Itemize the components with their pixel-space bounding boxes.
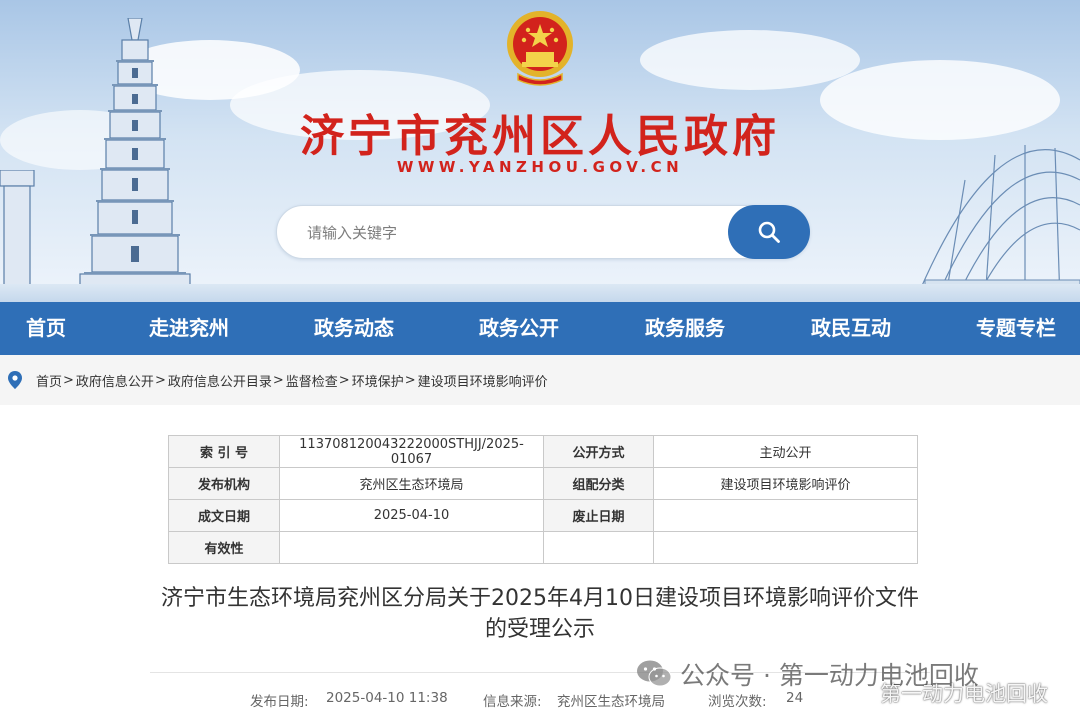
publish-date: 2025-04-10 11:38 bbox=[326, 690, 448, 706]
source-label: 信息来源: bbox=[483, 694, 542, 710]
disclosure-method-label: 公开方式 bbox=[543, 435, 654, 468]
nav-item-topics[interactable]: 专题专栏 bbox=[976, 302, 1056, 355]
location-pin-icon bbox=[8, 371, 22, 389]
breadcrumb-separator: > bbox=[63, 372, 74, 388]
expiry-date-value bbox=[653, 499, 918, 532]
publisher-value: 兖州区生态环境局 bbox=[279, 467, 544, 500]
search-icon bbox=[758, 221, 780, 243]
publish-date-label: 发布日期: bbox=[250, 694, 309, 710]
written-date-label: 成文日期 bbox=[168, 499, 280, 532]
empty-cell bbox=[653, 531, 918, 564]
validity-value bbox=[279, 531, 544, 564]
nav-item-news[interactable]: 政务动态 bbox=[314, 302, 394, 355]
ground bbox=[0, 284, 1080, 302]
breadcrumb-item-current[interactable]: 建设项目环境影响评价 bbox=[418, 371, 548, 390]
gate-illustration bbox=[0, 170, 35, 300]
national-emblem-icon bbox=[507, 11, 573, 86]
breadcrumb: 首页 > 政府信息公开 > 政府信息公开目录 > 监督检查 > 环境保护 > 建… bbox=[0, 355, 1080, 405]
main-nav: 首页 走进兖州 政务动态 政务公开 政务服务 政民互动 专题专栏 bbox=[0, 302, 1080, 355]
nav-item-interaction[interactable]: 政民互动 bbox=[811, 302, 891, 355]
article-title-line: 济宁市生态环境局兖州区分局关于2025年4月10日建设项目环境影响评价文件 bbox=[161, 586, 919, 611]
breadcrumb-item[interactable]: 首页 bbox=[36, 371, 62, 390]
breadcrumb-item[interactable]: 环境保护 bbox=[352, 371, 404, 390]
breadcrumb-item[interactable]: 政府信息公开 bbox=[76, 371, 154, 390]
nav-item-home[interactable]: 首页 bbox=[26, 302, 66, 355]
views-count: 24 bbox=[786, 690, 804, 706]
site-title: 济宁市兖州区人民政府 bbox=[300, 111, 780, 162]
empty-cell bbox=[543, 531, 654, 564]
table-row: 发布机构 兖州区生态环境局 组配分类 建设项目环境影响评价 bbox=[168, 467, 918, 500]
search-input[interactable] bbox=[307, 221, 707, 245]
expiry-date-label: 废止日期 bbox=[543, 499, 654, 532]
disclosure-method-value: 主动公开 bbox=[653, 435, 918, 468]
breadcrumb-item[interactable]: 监督检查 bbox=[286, 371, 338, 390]
breadcrumb-item[interactable]: 政府信息公开目录 bbox=[168, 371, 272, 390]
publisher-label: 发布机构 bbox=[168, 467, 280, 500]
search-button[interactable] bbox=[728, 205, 810, 259]
article-title: 济宁市生态环境局兖州区分局关于2025年4月10日建设项目环境影响评价文件 的受… bbox=[140, 583, 940, 645]
breadcrumb-separator: > bbox=[272, 372, 284, 388]
nav-item-about[interactable]: 走进兖州 bbox=[149, 302, 229, 355]
written-date-value: 2025-04-10 bbox=[279, 499, 544, 532]
table-row: 成文日期 2025-04-10 废止日期 bbox=[168, 499, 918, 532]
validity-label: 有效性 bbox=[168, 531, 280, 564]
category-label: 组配分类 bbox=[543, 467, 654, 500]
breadcrumb-separator: > bbox=[338, 372, 350, 388]
index-number-value: 113708120043222000STHJJ/2025-01067 bbox=[279, 435, 544, 468]
header-banner: 济宁市兖州区人民政府 WWW.YANZHOU.GOV.CN bbox=[0, 0, 1080, 302]
breadcrumb-separator: > bbox=[154, 372, 166, 388]
cloud bbox=[640, 30, 860, 90]
category-value: 建设项目环境影响评价 bbox=[653, 467, 918, 500]
table-row: 有效性 bbox=[168, 531, 918, 564]
document-info-table: 索 引 号 113708120043222000STHJJ/2025-01067… bbox=[168, 435, 918, 564]
views-label: 浏览次数: bbox=[708, 694, 767, 710]
nav-item-services[interactable]: 政务服务 bbox=[645, 302, 725, 355]
breadcrumb-separator: > bbox=[404, 372, 416, 388]
index-number-label: 索 引 号 bbox=[168, 435, 280, 468]
site-url[interactable]: WWW.YANZHOU.GOV.CN bbox=[0, 158, 1080, 176]
nav-item-disclosure[interactable]: 政务公开 bbox=[479, 302, 559, 355]
search-box bbox=[276, 205, 810, 259]
table-row: 索 引 号 113708120043222000STHJJ/2025-01067… bbox=[168, 435, 918, 468]
article-title-line: 的受理公示 bbox=[484, 617, 595, 642]
corner-watermark: 第一动力电池回收 bbox=[880, 682, 1048, 706]
wechat-icon bbox=[637, 660, 672, 687]
source: 兖州区生态环境局 bbox=[557, 694, 665, 710]
